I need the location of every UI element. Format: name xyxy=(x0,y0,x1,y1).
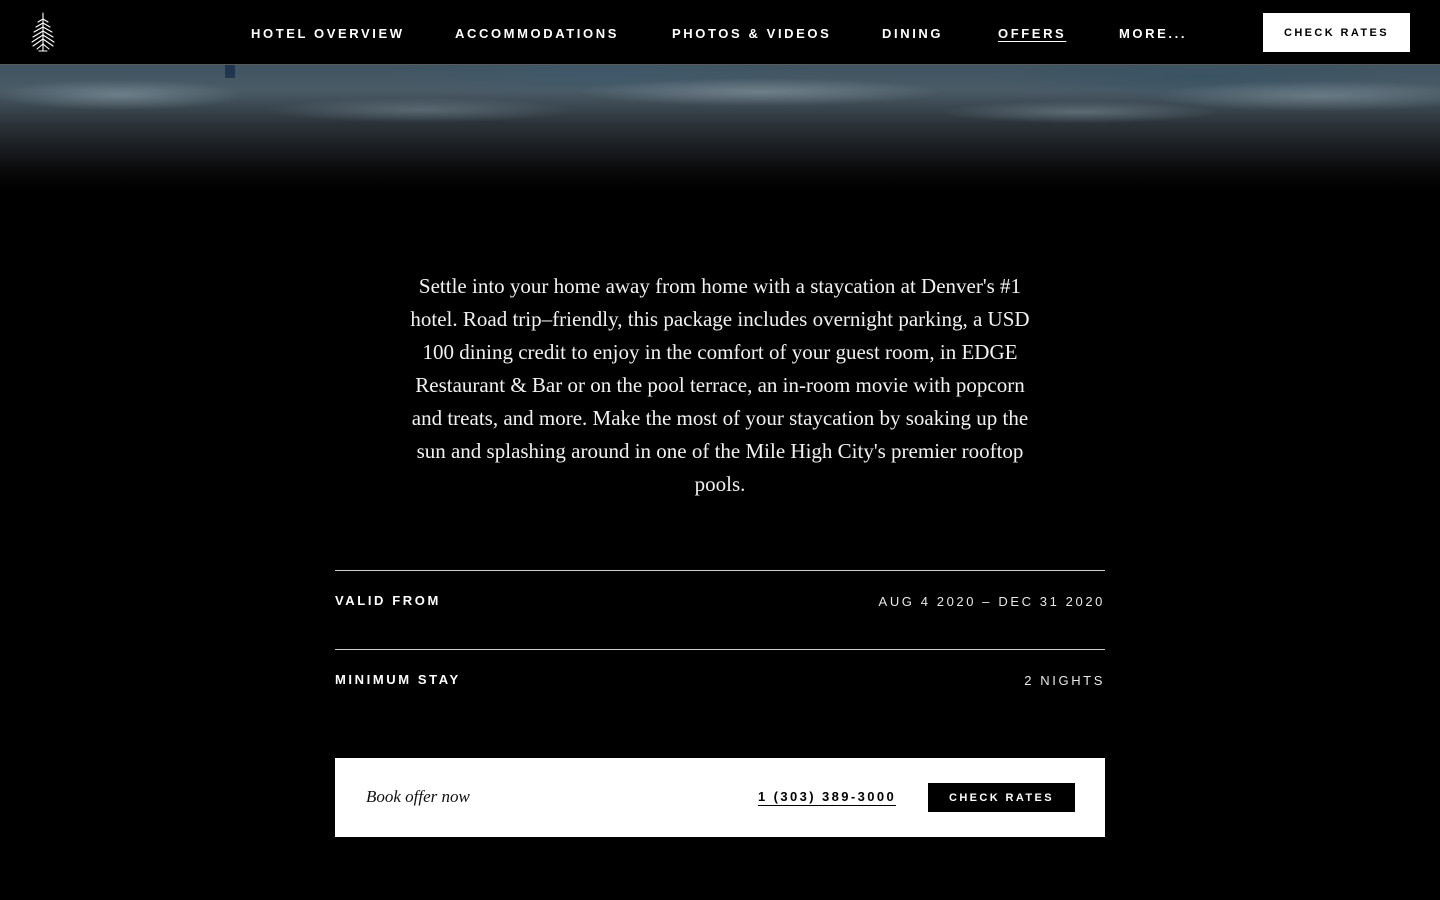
nav-dining[interactable]: DINING xyxy=(882,26,943,41)
detail-row-minimum-stay: MINIMUM STAY 2 NIGHTS xyxy=(335,649,1105,728)
book-offer-text: Book offer now xyxy=(366,787,470,806)
detail-label: VALID FROM xyxy=(335,593,441,608)
detail-label: MINIMUM STAY xyxy=(335,672,461,687)
nav-accommodations[interactable]: ACCOMMODATIONS xyxy=(455,26,619,41)
nav-photos-videos[interactable]: PHOTOS & VIDEOS xyxy=(672,26,831,41)
booking-check-rates-button[interactable]: CHECK RATES xyxy=(928,783,1075,812)
detail-row-valid-from: VALID FROM AUG 4 2020 – DEC 31 2020 xyxy=(335,570,1105,649)
phone-link[interactable]: 1 (303) 389-3000 xyxy=(758,789,897,806)
nav-more[interactable]: MORE... xyxy=(1119,26,1187,41)
nav-offers[interactable]: OFFERS xyxy=(998,26,1066,41)
tree-logo-icon[interactable] xyxy=(28,11,58,53)
site-header: HOTEL OVERVIEW ACCOMMODATIONS PHOTOS & V… xyxy=(0,0,1440,65)
header-check-rates-button[interactable]: CHECK RATES xyxy=(1263,13,1410,52)
booking-bar: Book offer now 1 (303) 389-3000 CHECK RA… xyxy=(335,758,1105,837)
offer-description: Settle into your home away from home wit… xyxy=(410,274,1030,496)
hero-image-detail xyxy=(225,64,235,78)
detail-value: AUG 4 2020 – DEC 31 2020 xyxy=(878,594,1105,609)
nav-hotel-overview[interactable]: HOTEL OVERVIEW xyxy=(251,26,405,41)
offer-details: VALID FROM AUG 4 2020 – DEC 31 2020 MINI… xyxy=(335,570,1105,728)
detail-value: 2 NIGHTS xyxy=(1024,673,1105,688)
